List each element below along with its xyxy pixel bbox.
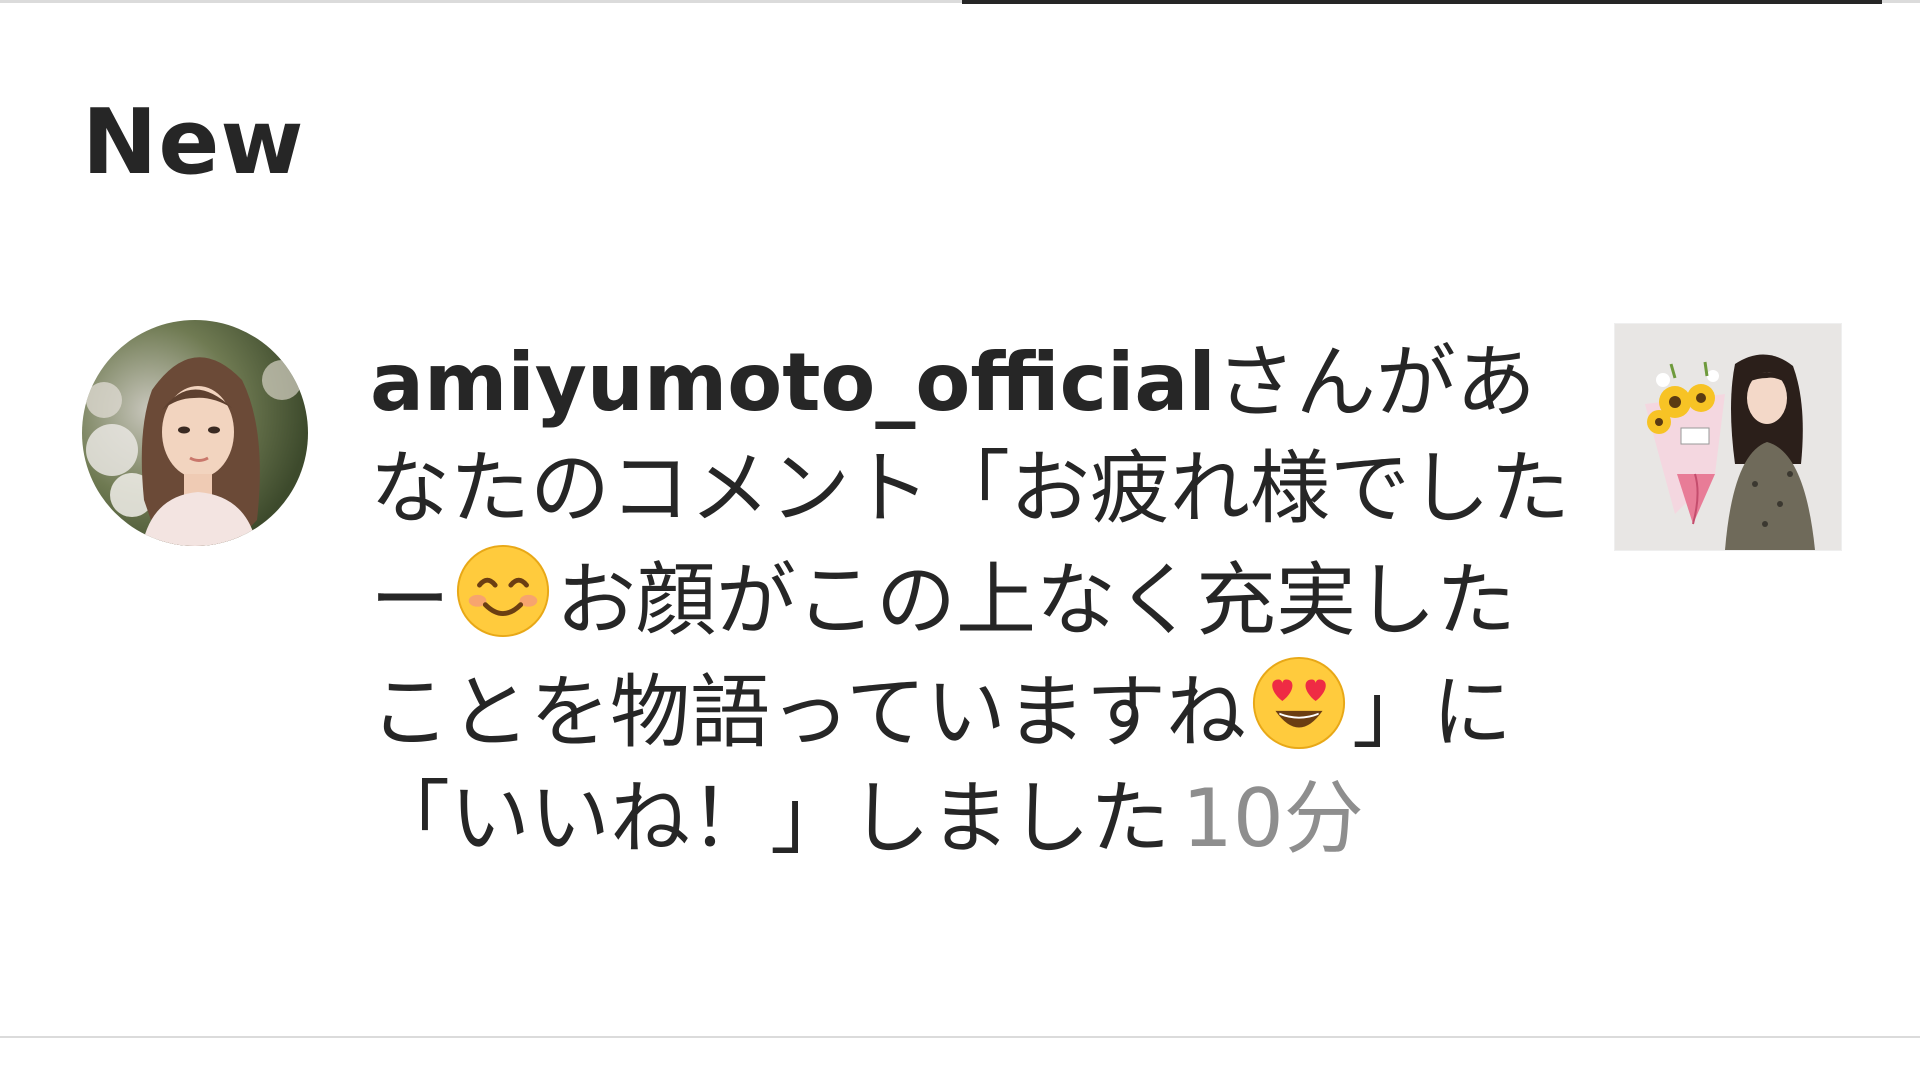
section-title: New	[82, 90, 305, 195]
profile-photo-icon	[82, 320, 308, 546]
post-thumbnail[interactable]	[1614, 323, 1842, 551]
activity-page: New amiyumoto_officialさんがあなたのコメント「お疲れ様でし…	[0, 0, 1920, 1070]
notification-message: amiyumoto_officialさんがあなたのコメント「お疲れ様でしたー お…	[370, 330, 1580, 872]
bottom-divider	[0, 1036, 1920, 1038]
like-notification[interactable]: amiyumoto_officialさんがあなたのコメント「お疲れ様でしたー お…	[0, 320, 1920, 1040]
heart-eyes-emoji-icon	[1252, 656, 1346, 750]
smiling-face-emoji-icon	[456, 544, 550, 638]
username-link[interactable]: amiyumoto_official	[370, 336, 1216, 429]
active-tab-indicator	[962, 0, 1882, 4]
avatar[interactable]	[82, 320, 308, 546]
post-thumbnail-icon	[1615, 324, 1841, 550]
timestamp: 10分	[1182, 772, 1364, 865]
